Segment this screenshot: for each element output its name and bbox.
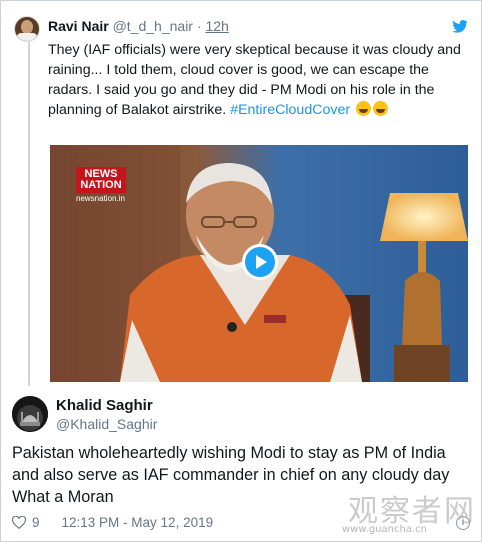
play-triangle-icon bbox=[256, 255, 267, 269]
channel-url: newsnation.in bbox=[76, 194, 125, 203]
separator-dot: · bbox=[196, 18, 202, 34]
tweet-text-line: and also serve as IAF commander in chief… bbox=[12, 466, 450, 484]
author-handle[interactable]: @Khalid_Saghir bbox=[56, 416, 157, 432]
laughing-emoji-icon bbox=[356, 101, 372, 116]
quoted-text: They (IAF officials) were very skeptical… bbox=[48, 40, 468, 120]
channel-logo-text: NEWS NATION bbox=[76, 167, 126, 193]
play-button[interactable] bbox=[242, 244, 278, 280]
author-avatar[interactable] bbox=[12, 396, 48, 432]
channel-logo: NEWS NATION newsnation.in bbox=[76, 167, 126, 205]
heart-icon[interactable] bbox=[12, 516, 26, 529]
thread-line bbox=[28, 36, 30, 386]
watermark-url: www.guancha.cn bbox=[342, 524, 427, 535]
quoted-time[interactable]: 12h bbox=[205, 18, 228, 34]
tweet-footer: 9 12:13 PM - May 12, 2019 bbox=[12, 515, 213, 530]
quoted-handle[interactable]: @t_d_h_nair bbox=[113, 18, 193, 34]
laughing-emoji-icon bbox=[373, 101, 389, 116]
quoted-name[interactable]: Ravi Nair bbox=[48, 18, 109, 34]
quoted-header: Ravi Nair @t_d_h_nair · 12h bbox=[48, 18, 229, 34]
info-icon[interactable]: i bbox=[456, 516, 470, 530]
tweet-text-line: Pakistan wholeheartedly wishing Modi to … bbox=[12, 444, 446, 462]
quoted-avatar[interactable] bbox=[14, 16, 40, 42]
hashtag-link[interactable]: #EntireCloudCover bbox=[230, 102, 350, 118]
avatar-shirt bbox=[17, 33, 37, 41]
author-name[interactable]: Khalid Saghir bbox=[56, 397, 153, 414]
play-icon bbox=[245, 247, 275, 277]
mosque-silhouette-icon bbox=[12, 396, 48, 432]
avatar-face bbox=[21, 20, 33, 34]
twitter-bird-icon[interactable] bbox=[452, 20, 468, 33]
channel-logo-line2: NATION bbox=[80, 179, 122, 191]
like-count[interactable]: 9 bbox=[32, 515, 40, 530]
tweet-timestamp[interactable]: 12:13 PM - May 12, 2019 bbox=[62, 515, 214, 530]
